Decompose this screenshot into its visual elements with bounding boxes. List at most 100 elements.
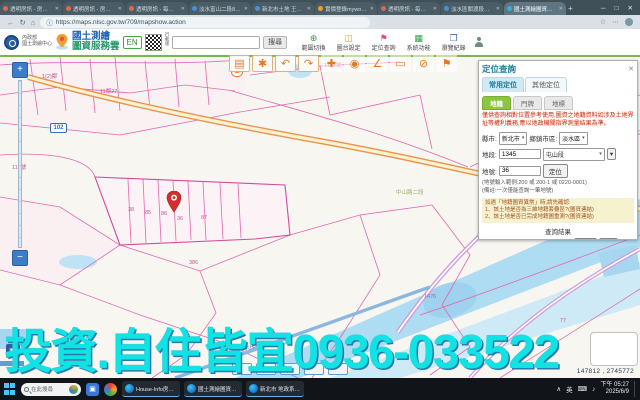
tab-close-icon[interactable]: ✕: [307, 6, 311, 12]
taskbar: 在此搜尋 ▣ House-Info房仲資訊網國土測繪圖資服務雲 和其新北市 地政…: [0, 378, 640, 400]
tab-common-locate[interactable]: 常用定位: [482, 77, 524, 92]
map-text-label: 38: [128, 207, 134, 213]
measure-icon[interactable]: ∠: [367, 55, 388, 72]
browser-tab[interactable]: 實價登錄mywoo平…✕: [315, 2, 377, 15]
ime-language-indicator[interactable]: 英: [566, 384, 573, 394]
back-icon[interactable]: ←: [7, 18, 15, 27]
tab-other-locate[interactable]: 其他定位: [525, 77, 567, 92]
tab-close-icon[interactable]: ✕: [118, 6, 122, 12]
taskbar-app-button[interactable]: 國土測繪圖資服務雲 和其: [184, 381, 242, 397]
undo-icon[interactable]: ↶: [275, 55, 296, 72]
pan-hand-icon[interactable]: ✚: [321, 55, 342, 72]
zoom-select-icon[interactable]: ◉: [344, 55, 365, 72]
district-select[interactable]: 淡水區▾: [559, 132, 588, 145]
tab-close-icon[interactable]: ✕: [55, 6, 59, 12]
language-en-button[interactable]: EN: [123, 36, 142, 49]
map-text-label: 1(2)鄰: [42, 72, 57, 80]
tab-favicon-icon: [66, 6, 71, 11]
定位查詢-icon: ⚑: [380, 33, 388, 43]
browser-address-bar: ← ↻ ⌂ ⓘ https://maps.nlsc.gov.tw/709/map…: [0, 15, 640, 29]
taskbar-clock[interactable]: 下午 05:27 2025/6/9: [600, 382, 629, 397]
profile-avatar[interactable]: [625, 18, 633, 26]
browser-tab[interactable]: 新北市土地 王…✕: [252, 2, 314, 15]
start-button[interactable]: [4, 383, 16, 395]
subtab-landmark[interactable]: 地標: [544, 96, 573, 110]
county-select[interactable]: 新北市▾: [499, 132, 528, 145]
county-label: 縣市:: [482, 133, 497, 143]
warning-link-1[interactable]: 1、該土地是否為三維地籍套疊區?(圖資連結): [485, 207, 631, 214]
tab-favicon-icon: [444, 6, 449, 11]
result-detail-button[interactable]: 詳細...: [574, 238, 598, 240]
locate-button[interactable]: 定位: [543, 164, 568, 178]
overview-map[interactable]: [590, 332, 638, 366]
minimize-button[interactable]: ─: [601, 5, 606, 12]
header-search-button[interactable]: 搜尋: [263, 36, 287, 49]
show-desktop-button[interactable]: [634, 381, 636, 397]
warning-link-2[interactable]: 2、該土地是否已完成地籍圖重測?(圖資連結): [485, 214, 631, 221]
parcel-hint-1: (地號輸入範例:200 或 200-1 或 0220-0001): [482, 180, 634, 187]
stamp-icon[interactable]: ✱: [252, 55, 273, 72]
pinned-app-icon[interactable]: [104, 383, 117, 396]
zoom-out-button[interactable]: −: [12, 250, 28, 266]
taskbar-app-button[interactable]: 新北市 地政系統 - 淡水: [246, 381, 304, 397]
cursor-coordinates: 147812 , 2745772: [577, 368, 634, 375]
tab-title: 國土測繪圖資服…: [514, 5, 557, 13]
close-button[interactable]: ✕: [628, 4, 633, 12]
taskbar-app-button[interactable]: House-Info房仲資訊網: [122, 381, 180, 397]
home-icon[interactable]: ⌂: [31, 18, 36, 27]
more-menu-icon[interactable]: ⋯: [612, 18, 619, 26]
edge-browser-icon: [187, 384, 196, 393]
browser-tab[interactable]: 國土測繪圖資服…✕: [504, 2, 566, 15]
eraser-icon[interactable]: ⊘: [413, 55, 434, 72]
browser-tab[interactable]: 透明房訊 - 每日…✕: [378, 2, 440, 15]
volume-icon[interactable]: ♪: [592, 386, 595, 393]
frame-select-icon[interactable]: ▭: [390, 55, 411, 72]
header-search-input[interactable]: [172, 36, 260, 49]
tray-chevron-icon[interactable]: ∧: [556, 385, 561, 393]
tab-close-icon[interactable]: ✕: [181, 6, 185, 12]
site-info-icon[interactable]: ⓘ: [46, 17, 53, 27]
header-menu-item[interactable]: ⊕範圍切換: [298, 33, 329, 52]
pinned-app-icon[interactable]: ▣: [86, 383, 99, 396]
panel-close-icon[interactable]: ✕: [628, 65, 634, 73]
zoom-slider[interactable]: [18, 80, 22, 248]
parcel-hint-2: (備註:一次僅能查詢一筆地號): [482, 188, 634, 195]
header-menu-item[interactable]: ⚑定位查詢: [368, 33, 399, 52]
new-tab-button[interactable]: +: [568, 4, 573, 13]
user-account-icon[interactable]: [474, 37, 483, 47]
redo-icon[interactable]: ↷: [298, 55, 319, 72]
favorite-star-icon[interactable]: ☆: [600, 18, 606, 26]
browser-tab[interactable]: 透明房訊 - 房價…✕: [0, 2, 62, 15]
mark-settings-icon[interactable]: ⚑: [436, 55, 457, 72]
result-color-button[interactable]: 著色: [599, 238, 618, 240]
tab-close-icon[interactable]: ✕: [244, 6, 248, 12]
browser-tab[interactable]: 透明房訊 - 房價…✕: [63, 2, 125, 15]
zoom-in-button[interactable]: +: [12, 62, 28, 78]
範圍切換-icon: ⊕: [310, 33, 318, 43]
menu-item-label: 圖台設定: [337, 43, 361, 52]
parcel-number-input[interactable]: [499, 166, 541, 176]
disclaimer-text: 僅供查詢相對位置參考使用,圖資之地籍資料如涉及土地界址等權利義務,應以地政機關指…: [482, 113, 634, 129]
header-menu-item[interactable]: ▦系統功能: [403, 33, 434, 52]
browser-tab[interactable]: 淡水富山二段80…✕: [189, 2, 251, 15]
taskbar-search[interactable]: 在此搜尋: [21, 383, 81, 396]
tab-close-icon[interactable]: ✕: [496, 6, 500, 12]
reload-icon[interactable]: ↻: [20, 18, 26, 27]
subtab-address[interactable]: 門牌: [513, 96, 542, 110]
subtab-cadastre[interactable]: 地籍: [482, 96, 511, 110]
tab-close-icon[interactable]: ✕: [433, 6, 437, 12]
basemap-icon[interactable]: ▤: [229, 55, 250, 72]
section-list-button[interactable]: ▾: [607, 148, 616, 160]
tab-close-icon[interactable]: ✕: [559, 6, 563, 12]
section-number-input[interactable]: [499, 149, 541, 159]
section-name-select[interactable]: 屯山段▾: [543, 148, 605, 161]
tab-close-icon[interactable]: ✕: [370, 6, 374, 12]
browser-tab[interactable]: 淡水區關渡段地…✕: [441, 2, 503, 15]
url-field[interactable]: ⓘ https://maps.nlsc.gov.tw/709/mapshow.a…: [40, 17, 370, 28]
touch-keyboard-icon[interactable]: ⌨: [578, 385, 587, 393]
tab-favicon-icon: [507, 6, 512, 11]
maximize-button[interactable]: □: [615, 5, 619, 12]
header-menu-item[interactable]: ◫圖台設定: [333, 33, 364, 52]
browser-tab[interactable]: 透明房訊 - 每日…✕: [126, 2, 188, 15]
header-menu-item[interactable]: ❐瀏覽紀錄: [438, 33, 469, 52]
